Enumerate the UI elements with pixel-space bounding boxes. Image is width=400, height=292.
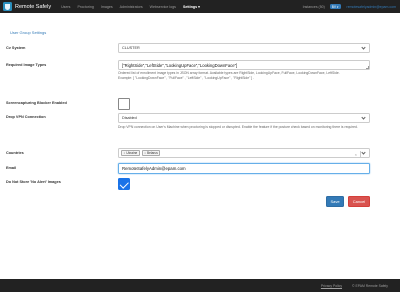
chevron-down-icon: [361, 45, 366, 50]
email-field[interactable]: RemoteSafelyAdmin@epam.com: [118, 163, 370, 174]
cancel-button[interactable]: Cancel: [348, 196, 370, 207]
brand[interactable]: Remote Safely: [3, 2, 51, 11]
help-line: Ordered list of enrollment image types i…: [118, 71, 340, 75]
nav-proctoring[interactable]: Proctoring: [77, 5, 93, 9]
screencapturing-label: Screencapturing Blocker Enabled: [6, 101, 67, 105]
top-navbar: Remote Safely Users Proctoring Images Ad…: [0, 0, 400, 13]
required-image-types-label: Required Image Types: [6, 63, 47, 67]
nav-users[interactable]: Users: [61, 5, 70, 9]
user-link[interactable]: remotesafelyadmin@epam.com: [347, 5, 396, 9]
required-image-types-value: ["RightSide","LeftSide","LookingUpFace",…: [122, 63, 238, 68]
shield-icon: [3, 2, 12, 11]
nav-links: Users Proctoring Images Administrators W…: [61, 5, 207, 9]
nav-webservice-logs[interactable]: Webservice logs: [150, 5, 176, 9]
screencapturing-checkbox[interactable]: [118, 98, 130, 110]
cv-system-label: Cv System: [6, 46, 26, 50]
countries-label: Countries: [6, 151, 24, 155]
drop-vpn-select[interactable]: Disabled: [118, 113, 370, 123]
remove-tag-icon[interactable]: ×: [124, 151, 126, 155]
drop-vpn-help: Drop VPN connection on User's Machine wh…: [118, 125, 358, 129]
chevron-down-icon: [361, 115, 366, 120]
user-group-settings-link[interactable]: User Group Settings: [10, 30, 46, 35]
email-label: Email: [6, 166, 17, 170]
cv-system-select[interactable]: CLUSTER: [118, 43, 370, 53]
no-alert-images-label: Do Not Store 'No Alert' Images: [6, 180, 61, 184]
drop-vpn-label: Drop VPN Connection: [6, 115, 46, 119]
help-example: Example: [ "LookingDownFace" , "FullFace…: [118, 75, 255, 80]
country-tag[interactable]: × Ukraine: [121, 150, 140, 156]
remove-tag-icon[interactable]: ×: [144, 151, 146, 155]
save-button[interactable]: Save: [326, 196, 344, 207]
cv-system-value: CLUSTER: [122, 46, 140, 50]
copyright: © EPAM Remote Safely: [352, 283, 388, 288]
nav-images[interactable]: Images: [101, 5, 113, 9]
nav-right: Instances (50) BV ▾ remotesafelyadmin@ep…: [303, 4, 396, 9]
privacy-policy-link[interactable]: Privacy Policy: [321, 284, 342, 288]
no-alert-images-checkbox[interactable]: [118, 178, 130, 190]
chevron-down-icon: [361, 150, 366, 155]
instances-link[interactable]: Instances (50): [303, 5, 325, 9]
resize-handle-icon[interactable]: [366, 66, 369, 69]
language-badge[interactable]: BV ▾: [329, 4, 341, 9]
nav-administrators[interactable]: Administrators: [120, 5, 143, 9]
footer: Privacy Policy © EPAM Remote Safely: [0, 279, 400, 292]
clear-icon[interactable]: ×: [355, 152, 357, 157]
country-tag[interactable]: × Belarus: [141, 150, 161, 156]
separator: [359, 151, 360, 157]
drop-vpn-value: Disabled: [122, 116, 137, 120]
required-image-types-textarea[interactable]: ["RightSide","LeftSide","LookingUpFace",…: [118, 60, 370, 70]
required-image-types-help: Ordered list of enrollment image types i…: [118, 71, 378, 80]
brand-name: Remote Safely: [15, 3, 52, 10]
countries-multiselect[interactable]: × Ukraine × Belarus ×: [118, 148, 370, 158]
nav-settings[interactable]: Settings ▾: [183, 5, 200, 9]
email-value: RemoteSafelyAdmin@epam.com: [122, 166, 186, 171]
